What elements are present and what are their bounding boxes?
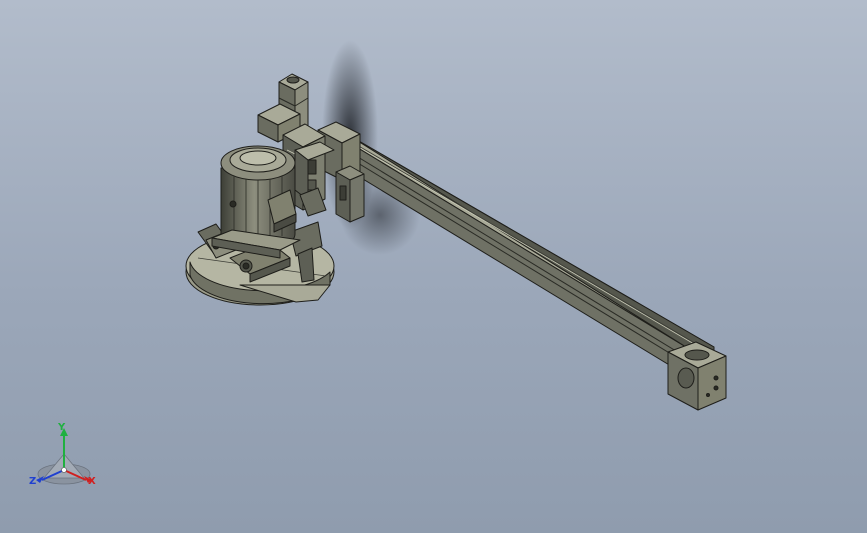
coordinate-triad: Y X Z — [26, 420, 102, 492]
y-axis-label: Y — [58, 422, 66, 433]
end-cap-bolt — [713, 385, 719, 391]
rail-slot-line — [329, 145, 695, 369]
assembly-model[interactable] — [0, 0, 867, 533]
end-cap-bolt — [706, 393, 710, 397]
end-cap-boss — [677, 367, 695, 389]
triad-origin — [61, 467, 67, 473]
x-axis-label: X — [88, 476, 96, 487]
rail-end-cap[interactable] — [667, 341, 727, 411]
grinder-motor[interactable] — [211, 145, 301, 259]
end-cap-bolt — [713, 375, 719, 381]
end-cap-bore — [684, 349, 710, 361]
z-axis-label: Z — [29, 476, 37, 487]
cad-viewport[interactable]: Y X Z — [0, 0, 867, 533]
